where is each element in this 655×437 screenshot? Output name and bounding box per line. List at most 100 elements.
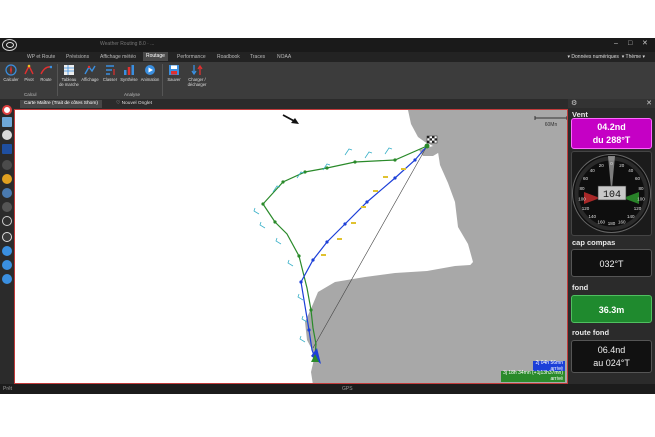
calculer-button[interactable]: Calculer bbox=[1, 64, 21, 82]
classer-button[interactable]: Classer bbox=[100, 64, 120, 82]
layers-tool-icon[interactable] bbox=[2, 188, 12, 198]
tabbar-right-menu: ▾ Données numériques ▾ Thème ▾ bbox=[567, 54, 645, 60]
route-result-green[interactable]: 3j 18h 34mn (+1j13h37mn) arrivé bbox=[501, 370, 565, 382]
route-button[interactable]: Route bbox=[36, 64, 56, 82]
zoom-in-icon[interactable] bbox=[2, 274, 12, 284]
save-icon bbox=[169, 65, 179, 75]
animation-button[interactable]: Animation bbox=[140, 64, 160, 82]
animation-icon bbox=[145, 65, 155, 75]
measure-tool-icon[interactable] bbox=[2, 202, 12, 212]
group-analyse-label: Analyse bbox=[124, 92, 141, 97]
sailboat-tool-icon[interactable] bbox=[2, 130, 12, 140]
synthese-button[interactable]: Synthèse bbox=[119, 64, 139, 82]
fond-label: fond bbox=[572, 283, 589, 292]
compas-label: cap compas bbox=[572, 238, 616, 247]
route-label: Route bbox=[40, 77, 52, 82]
sauver-label: Sauver bbox=[167, 77, 181, 82]
app-logo-icon[interactable] bbox=[2, 39, 17, 51]
chevron-down-icon: ▾ bbox=[642, 54, 645, 60]
gauge-tick-label: 60 bbox=[583, 176, 589, 181]
chevron-down-icon: ▾ bbox=[620, 54, 625, 60]
charger-decharger-button[interactable]: Charger / décharger bbox=[185, 64, 209, 87]
tab-noaa[interactable]: NOAA bbox=[274, 53, 294, 61]
cog-direction-value: au 024°T bbox=[593, 358, 630, 368]
course-over-ground-display: 06.4nd au 024°T bbox=[571, 340, 652, 373]
land-iberia bbox=[305, 263, 567, 383]
sauver-button[interactable]: Sauver bbox=[164, 64, 184, 82]
gauge-tick-label: 100 bbox=[637, 196, 645, 201]
maximize-button[interactable]: □ bbox=[628, 40, 632, 48]
document-tab-bar: Carte Maître (Trait de côtes Shom) ♡ Nou… bbox=[0, 99, 568, 108]
group-calcul-label: Calcul bbox=[24, 92, 37, 97]
sort-icon bbox=[106, 65, 115, 75]
wind-gauge: 104 0 20 40 60 80 100 120 140 160 180 160 140 120 100… bbox=[571, 151, 652, 236]
waypoint-tool-icon[interactable] bbox=[2, 160, 12, 170]
tab-traces[interactable]: Traces bbox=[247, 53, 268, 61]
ribbon-tab-bar: WP et Route Prévisions Affichage météo R… bbox=[0, 52, 655, 62]
map-canvas[interactable]: 60Mn bbox=[15, 110, 568, 384]
wind-direction-value: du 288°T bbox=[592, 135, 631, 145]
yellow-wind-markers bbox=[321, 168, 406, 256]
chart-map[interactable]: 60Mn 2j 04h 56mn arrivé 3j 18h 34mn (+1j… bbox=[14, 109, 568, 384]
center-tool-icon[interactable] bbox=[2, 246, 12, 256]
gauge-tick-label: 60 bbox=[635, 176, 641, 181]
theme-menu[interactable]: Thème bbox=[626, 54, 642, 60]
nouvel-onglet-label: Nouvel Onglet bbox=[121, 101, 153, 106]
tab-carte-maitre[interactable]: Carte Maître (Trait de côtes Shom) bbox=[20, 100, 102, 108]
panel-settings-icon[interactable]: ⚙ bbox=[571, 99, 577, 107]
wind-gauge-dial: 104 0 20406080100120140160180160140120100… bbox=[572, 154, 651, 233]
minimize-button[interactable]: – bbox=[614, 40, 618, 48]
cog-speed-value: 06.4nd bbox=[597, 345, 626, 355]
gauge-tick-label: 40 bbox=[628, 168, 634, 173]
tab-roadbook[interactable]: Roadbook bbox=[214, 53, 243, 61]
synthese-label: Synthèse bbox=[120, 77, 138, 82]
panel-header: ⚙ ✕ bbox=[568, 99, 655, 108]
pivot-icon bbox=[24, 64, 34, 75]
gauge-tick-label: 40 bbox=[590, 168, 596, 173]
gauge-readout: 104 bbox=[603, 190, 621, 201]
route-tool-icon[interactable] bbox=[2, 144, 12, 154]
status-bar: Prêt GPS bbox=[0, 384, 655, 394]
affichage-button[interactable]: Affichage bbox=[80, 64, 100, 82]
routefond-label: route fond bbox=[572, 328, 610, 337]
anchor-tool-icon[interactable] bbox=[2, 174, 12, 184]
ribbon-separator bbox=[57, 64, 58, 96]
gauge-tick-label: 180 bbox=[608, 221, 616, 226]
window-title: Weather Routing 8.0 · ... bbox=[100, 41, 155, 47]
gauge-tick-label: 140 bbox=[588, 214, 596, 219]
gauge-tick-label: 20 bbox=[619, 163, 625, 168]
gauge-tick-label: 120 bbox=[582, 206, 590, 211]
ribbon-toolbar: Calculer Pivot Route Tableau de marche A… bbox=[0, 62, 655, 100]
tab-affichage-meteo[interactable]: Affichage météo bbox=[97, 53, 139, 61]
gauge-tick-label: 20 bbox=[599, 163, 605, 168]
tableau-de-marche-button[interactable]: Tableau de marche bbox=[59, 64, 79, 87]
gauge-tick-label: 100 bbox=[578, 196, 586, 201]
pin-tool-icon[interactable] bbox=[2, 216, 12, 226]
gauge-tick-label: 160 bbox=[597, 219, 605, 224]
route-icon bbox=[40, 65, 52, 75]
load-icon bbox=[191, 64, 203, 76]
display-icon bbox=[84, 65, 96, 75]
close-button[interactable]: ✕ bbox=[642, 40, 648, 48]
tab-previsions[interactable]: Prévisions bbox=[63, 53, 92, 61]
calculer-label: Calculer bbox=[3, 77, 19, 82]
tab-routage[interactable]: Routage bbox=[143, 52, 168, 61]
status-ready: Prêt bbox=[3, 386, 13, 392]
compass-heading-display: 032°T bbox=[571, 249, 652, 277]
target-tool-icon[interactable] bbox=[2, 105, 12, 115]
tab-performance[interactable]: Performance bbox=[174, 53, 209, 61]
tab-wp-et-route[interactable]: WP et Route bbox=[24, 53, 58, 61]
depth-display: 36.3m bbox=[571, 295, 652, 323]
zoom-out-icon[interactable] bbox=[2, 260, 12, 270]
affichage-label: Affichage bbox=[81, 77, 99, 82]
instrument-panel: ⚙ ✕ Vent 04.2nd du 288°T 104 0 20 40 60 80 10… bbox=[568, 99, 655, 384]
chart-tool-icon[interactable] bbox=[2, 117, 12, 127]
route-green-status: arrivé bbox=[550, 375, 563, 382]
donnees-numeriques-menu[interactable]: Données numériques bbox=[571, 54, 619, 60]
tab-nouvel-onglet[interactable]: ♡ Nouvel Onglet bbox=[112, 100, 156, 108]
charger-decharger-label: Charger / décharger bbox=[187, 77, 207, 87]
status-gps: GPS bbox=[342, 386, 353, 392]
panel-close-icon[interactable]: ✕ bbox=[646, 99, 652, 107]
check-tool-icon[interactable] bbox=[2, 232, 12, 242]
animation-label: Animation bbox=[140, 77, 160, 82]
